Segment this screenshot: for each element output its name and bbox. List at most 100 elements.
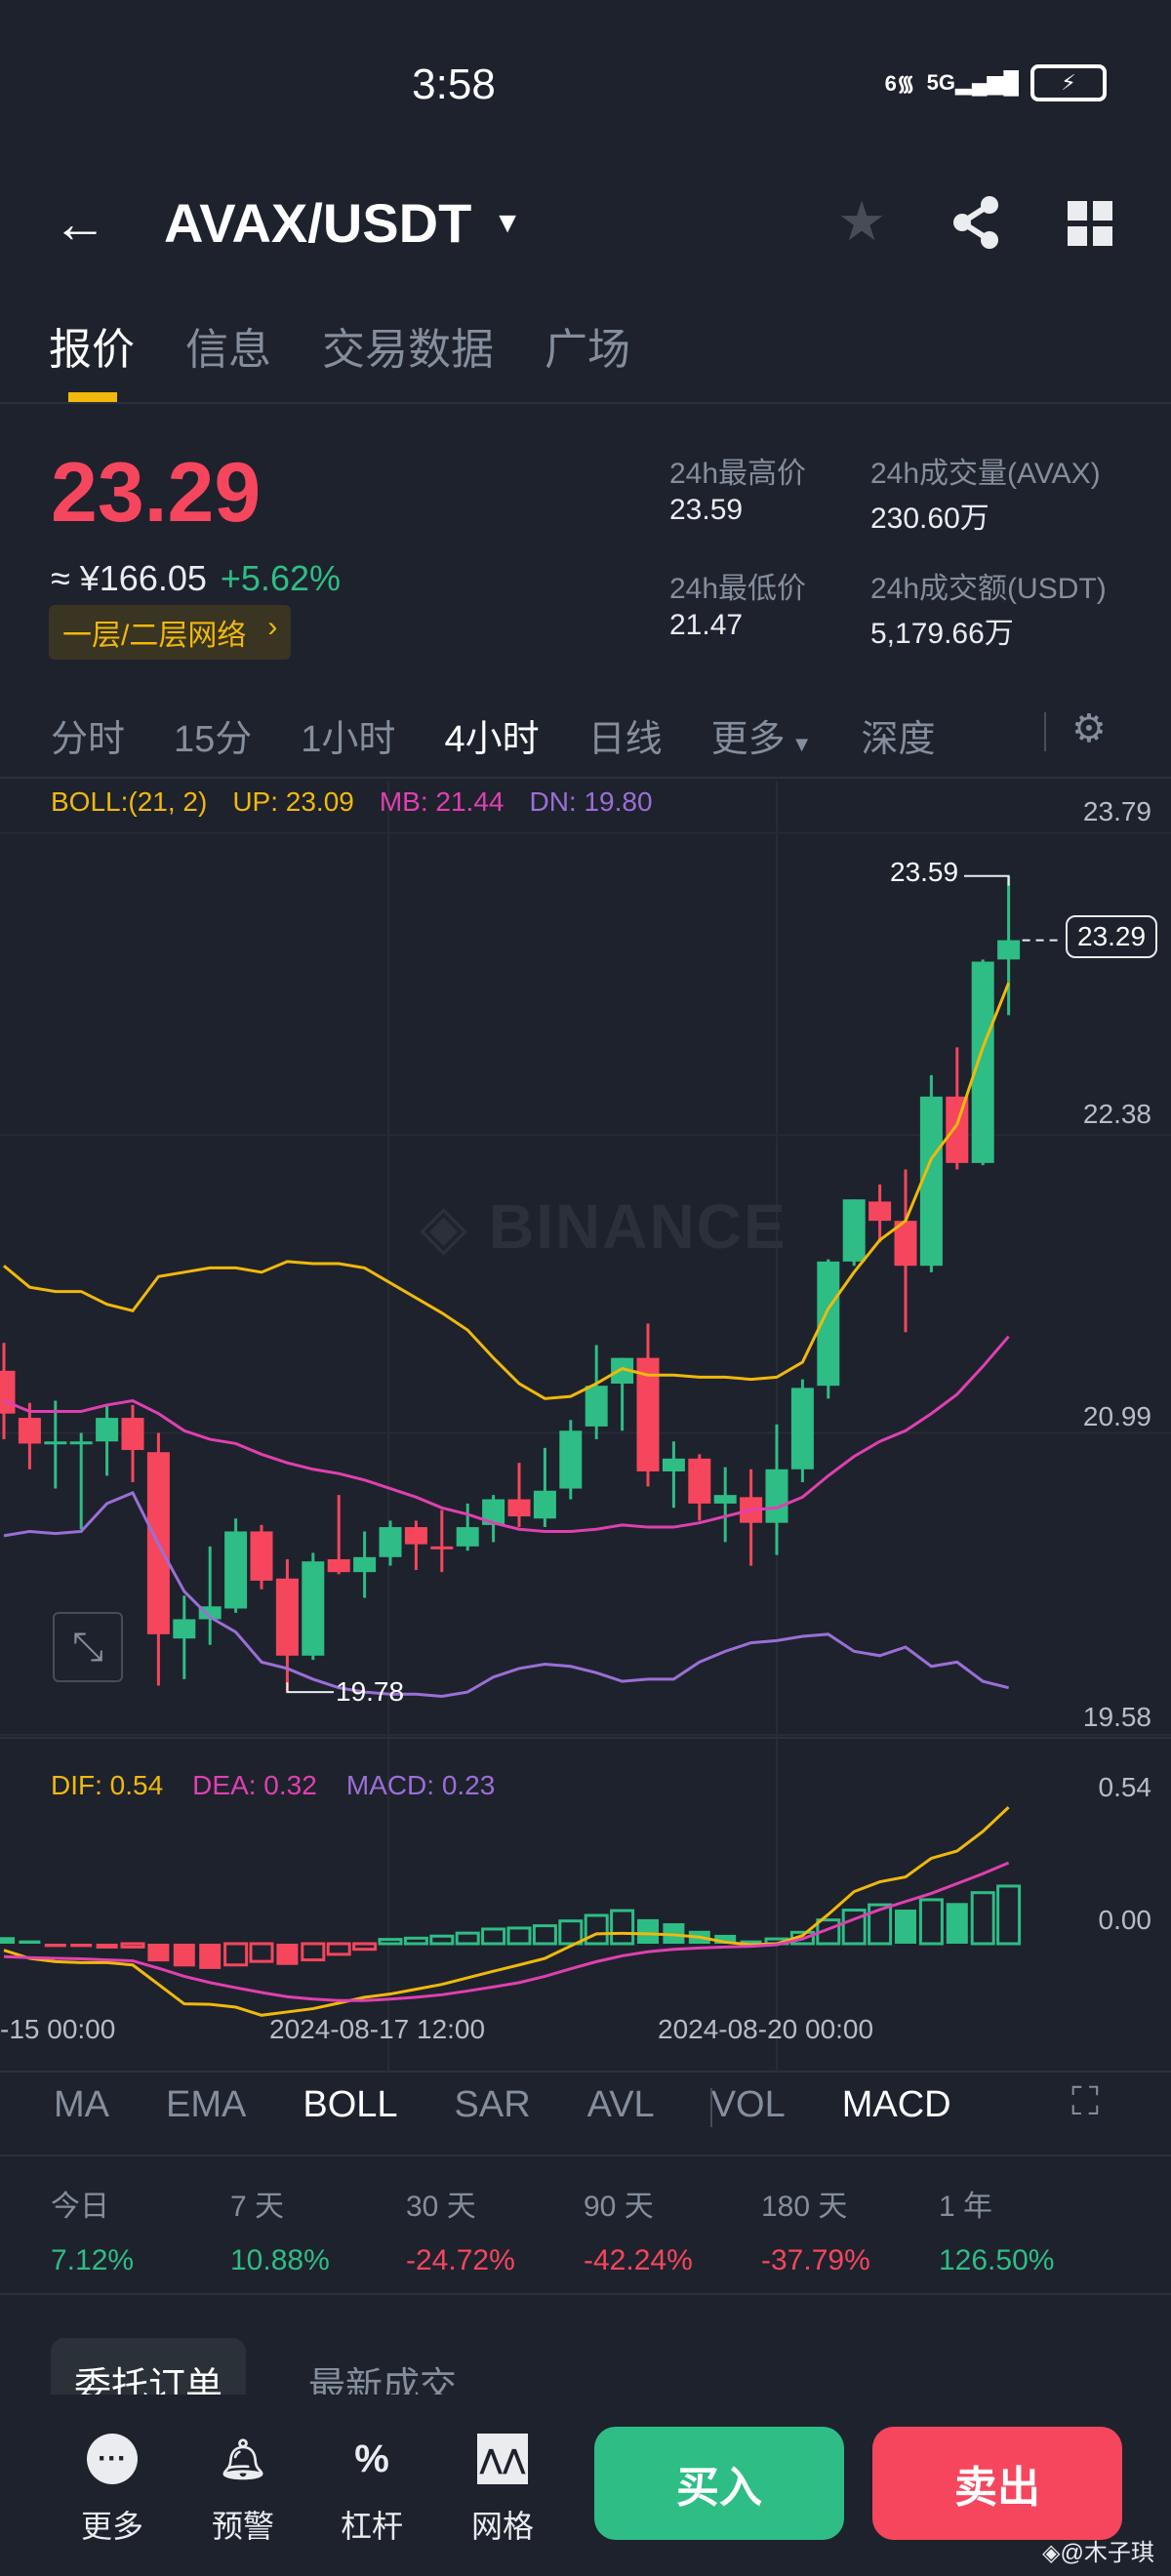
macd-bar: [301, 1942, 326, 1962]
boll-legend: BOLL:(21, 2) UP: 23.09 MB: 21.44 DN: 19.…: [51, 786, 653, 818]
divider: [0, 2154, 1171, 2156]
boll-up: UP: 23.09: [232, 786, 354, 817]
alert-button[interactable]: 🔔︎ 预警: [199, 2434, 287, 2547]
macd-bar: [455, 1931, 480, 1946]
candle-body: [224, 1531, 248, 1609]
divider: [0, 2293, 1171, 2295]
performance-value: 10.88%: [230, 2244, 330, 2276]
candle-body: [404, 1527, 427, 1545]
candle-body: [688, 1458, 711, 1504]
candle-body: [507, 1499, 531, 1517]
macd-bar: [378, 1938, 403, 1946]
candle-body: [69, 1441, 93, 1445]
bell-icon: 🔔︎: [218, 2437, 268, 2481]
candle-body: [302, 1561, 325, 1656]
ind-macd[interactable]: MACD: [842, 2084, 951, 2126]
macd-bar: [895, 1910, 916, 1944]
ind-avl[interactable]: AVL: [587, 2084, 655, 2126]
macd-bar: [70, 1944, 93, 1948]
ind-vol[interactable]: VOL: [711, 2084, 786, 2126]
user-watermark: ◈@木子琪: [1042, 2540, 1154, 2566]
candle-body: [379, 1527, 402, 1557]
candle-body: [790, 1388, 814, 1469]
macd-axis-label: 0.54: [1098, 1772, 1152, 1802]
grid-trading-icon: ⋀⋀: [477, 2434, 528, 2484]
macd-bar: [0, 1937, 15, 1944]
macd-bar: [147, 1944, 170, 1962]
performance-label: 30 天: [406, 2191, 476, 2223]
macd-bar: [352, 1942, 378, 1952]
macd-bar: [946, 1903, 968, 1944]
time-axis-label: 2024-08-17 12:00: [269, 2014, 486, 2044]
macd-bar: [173, 1944, 195, 1967]
boll-params: BOLL:(21, 2): [51, 786, 208, 817]
macd-bar: [506, 1926, 532, 1946]
fullscreen-icon[interactable]: ⤡: [53, 1612, 123, 1682]
price-axis-label: 19.58: [1082, 1702, 1151, 1732]
divider: [0, 2071, 1171, 2073]
performance-label: 1 年: [939, 2191, 993, 2223]
indicator-settings-icon[interactable]: ⛶: [1071, 2080, 1099, 2124]
last-price-tag: 23.29: [1066, 915, 1158, 958]
performance-item: 7 天 10.88%: [230, 2182, 330, 2277]
macd-bar: [96, 1944, 118, 1949]
candle-body: [559, 1430, 583, 1489]
price-axis-label: 22.38: [1082, 1099, 1151, 1129]
macd-legend: DIF: 0.54 DEA: 0.32 MACD: 0.23: [51, 1770, 495, 1801]
dea-value: DEA: 0.32: [192, 1770, 317, 1800]
ind-sar[interactable]: SAR: [455, 2084, 531, 2126]
macd-bar: [558, 1919, 584, 1946]
ind-ma[interactable]: MA: [54, 2084, 109, 2126]
macd-bar: [403, 1936, 428, 1946]
macd-bar: [44, 1944, 66, 1948]
candle-body: [533, 1490, 556, 1519]
candle-body: [250, 1531, 273, 1581]
candle-body: [997, 940, 1021, 960]
candle-body: [121, 1418, 144, 1451]
more-button[interactable]: ··· 更多: [68, 2434, 156, 2547]
candle-body: [327, 1558, 350, 1573]
candle-body: [868, 1201, 892, 1222]
performance-label: 180 天: [761, 2191, 848, 2223]
boll-dn: DN: 19.80: [529, 786, 653, 817]
indicator-bar: MA EMA BOLL SAR AVL VOL MACD: [54, 2084, 1008, 2126]
ind-ema[interactable]: EMA: [166, 2084, 246, 2126]
candle-body: [173, 1619, 196, 1639]
performance-label: 今日: [51, 2191, 109, 2223]
binance-logo-icon: ◈: [1042, 2540, 1061, 2566]
high-label: 23.59: [890, 857, 959, 887]
macd-bar: [970, 1891, 995, 1946]
sell-button[interactable]: 卖出: [872, 2427, 1122, 2540]
leverage-button[interactable]: % 杠杆: [328, 2434, 416, 2547]
candle-body: [353, 1556, 377, 1573]
macd-bar: [918, 1898, 944, 1946]
candle-body: [946, 1096, 969, 1163]
candle-body: [430, 1546, 454, 1550]
candle-body: [0, 1370, 16, 1414]
candle-body: [456, 1527, 479, 1547]
candle-body: [842, 1199, 866, 1262]
ind-boll[interactable]: BOLL: [303, 2084, 397, 2126]
macd-axis-label: 0.00: [1098, 1905, 1152, 1935]
performance-label: 90 天: [584, 2191, 654, 2223]
price-axis-label: 23.79: [1082, 796, 1151, 826]
candle-body: [713, 1495, 737, 1504]
buy-button[interactable]: 买入: [594, 2427, 844, 2540]
candle-body: [44, 1441, 67, 1445]
more-icon: ···: [87, 2434, 138, 2484]
grid-button[interactable]: ⋀⋀ 网格: [459, 2434, 546, 2547]
macd-value: MACD: 0.23: [345, 1770, 496, 1800]
candle-body: [585, 1386, 608, 1427]
dif-value: DIF: 0.54: [51, 1770, 164, 1800]
performance-item: 今日 7.12%: [51, 2182, 134, 2277]
performance-item: 30 天 -24.72%: [406, 2182, 515, 2277]
performance-item: 180 天 -37.79%: [761, 2182, 870, 2277]
macd-bar: [996, 1884, 1022, 1946]
macd-bar: [199, 1944, 222, 1969]
candle-body: [662, 1458, 685, 1471]
macd-bar: [637, 1918, 659, 1944]
macd-bar: [610, 1909, 635, 1946]
macd-bar: [249, 1942, 274, 1963]
macd-bar: [120, 1942, 145, 1949]
macd-bar: [19, 1940, 41, 1944]
